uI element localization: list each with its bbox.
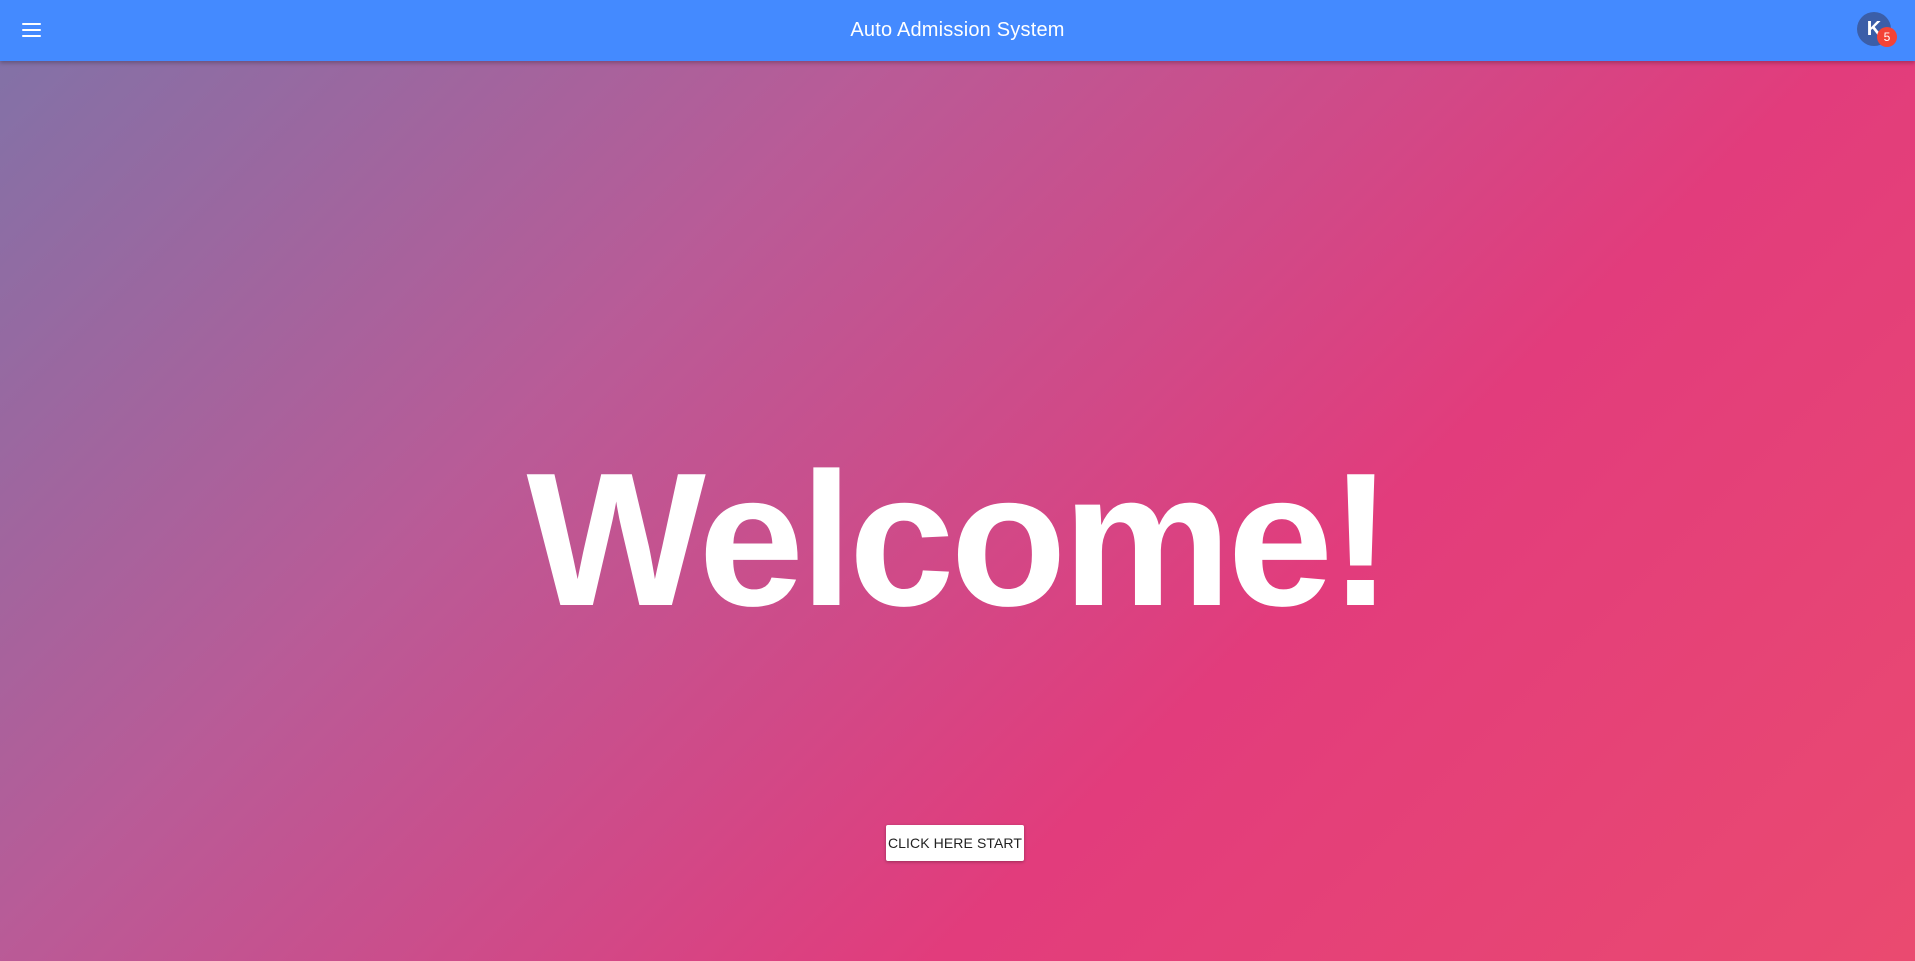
notification-badge: 5 xyxy=(1877,27,1897,47)
welcome-heading: Welcome! xyxy=(526,434,1393,646)
app-bar: Auto Admission System K 5 xyxy=(0,0,1915,61)
menu-icon-line xyxy=(21,35,41,37)
app-title: Auto Admission System xyxy=(850,19,1065,41)
menu-icon-line xyxy=(21,29,41,31)
user-avatar-button[interactable]: K 5 xyxy=(1857,12,1897,48)
menu-icon-line xyxy=(21,23,41,25)
menu-icon[interactable] xyxy=(17,16,45,44)
start-button[interactable]: CLICK HERE START xyxy=(886,825,1024,861)
